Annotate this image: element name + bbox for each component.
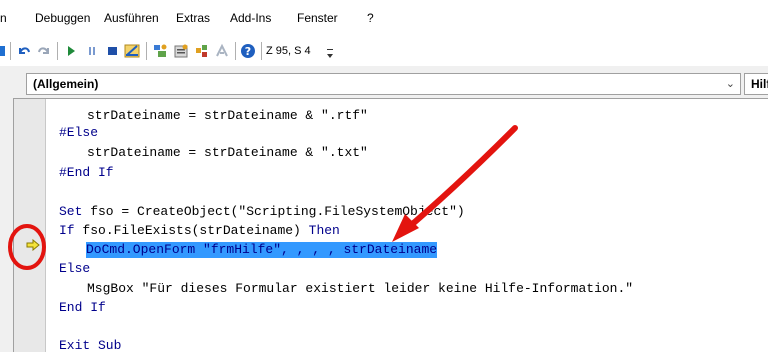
annotation-arrow [400, 125, 518, 235]
annotation-circle [8, 224, 46, 270]
annotation-overlay [8, 125, 518, 270]
